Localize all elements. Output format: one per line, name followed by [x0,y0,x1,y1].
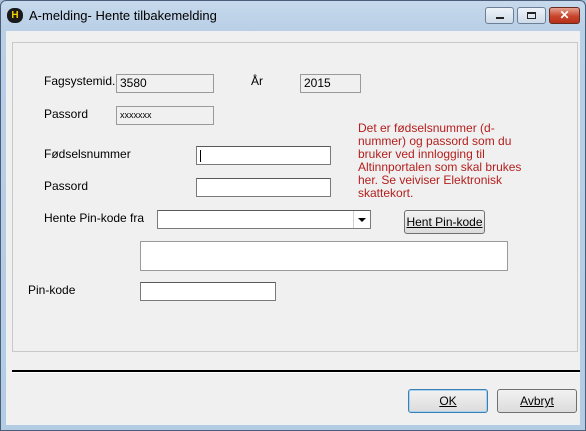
fodselsnummer-input[interactable] [196,146,331,165]
info-message: Det er fødselsnummer (d-nummer) og passo… [358,121,522,200]
maximize-button[interactable] [517,7,546,24]
hente-pin-select[interactable] [157,210,371,229]
text-caret [200,150,201,162]
maximize-icon [527,12,536,19]
hente-pin-label: Hente Pin-kode fra [44,211,145,225]
passord-label-1: Passord [44,107,89,121]
fodselsnummer-label: Fødselsnummer [44,147,131,161]
fagsystemid-label: Fagsystemid. [44,74,116,88]
pin-kode-input[interactable] [140,282,276,301]
ok-button[interactable]: OK [408,389,488,413]
fagsystemid-field: 3580 [116,74,214,93]
aar-label: År [251,74,263,88]
minimize-button[interactable] [485,7,514,24]
pin-kode-label: Pin-kode [28,283,76,297]
passord-label-2: Passord [44,179,89,193]
hent-pin-kode-button[interactable]: Hent Pin-kode [404,210,485,234]
separator-highlight [12,372,580,373]
passord-input[interactable] [196,178,331,197]
status-message-box [140,241,508,271]
passord-field-1: xxxxxxx [116,106,214,125]
aar-field: 2015 [300,74,361,93]
app-logo-icon: H [7,8,23,23]
title-bar[interactable]: H A-melding- Hente tilbakemelding ✕ [1,1,585,31]
avbryt-button[interactable]: Avbryt [497,389,577,413]
dialog-window: H A-melding- Hente tilbakemelding ✕ Fags… [0,0,586,431]
dialog-client-area: Fagsystemid. 3580 År 2015 Passord xxxxxx… [6,31,580,425]
close-button[interactable]: ✕ [549,7,580,24]
minimize-icon [496,17,504,19]
dropdown-arrow-icon[interactable] [353,211,370,228]
window-title: A-melding- Hente tilbakemelding [29,8,217,23]
close-icon: ✕ [559,8,570,22]
